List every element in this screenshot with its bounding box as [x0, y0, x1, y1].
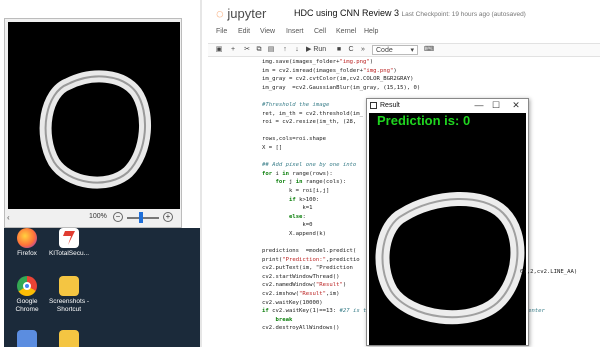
image-viewer-window[interactable]: ‹ 100% − +	[4, 18, 182, 228]
desktop-icon-label: KITotalSecu...	[48, 250, 90, 257]
window-app-icon	[370, 102, 377, 109]
result-window-title: Result	[380, 102, 400, 109]
jupyter-orb-icon: ◌	[216, 6, 224, 21]
prediction-text: Prediction is: 0	[377, 113, 471, 128]
screen: ‹ 100% − + Firefox KITotalSecu... Google…	[0, 0, 600, 347]
jupyter-header: ◌ jupyter HDC using CNN Review 3 Last Ch…	[210, 6, 600, 22]
checkpoint-status: Last Checkpoint: 19 hours ago (autosaved…	[401, 11, 526, 18]
desktop-icon-chrome[interactable]: Google Chrome	[6, 276, 48, 314]
zoom-level: 100%	[89, 213, 107, 220]
code-line: im_gray = cv2.cvtColor(im,cv2.COLOR_BGR2…	[262, 76, 414, 83]
restart-icon[interactable]: C	[346, 45, 356, 55]
result-window[interactable]: Result — ☐ ✕ Prediction is: 0	[366, 98, 529, 346]
desktop: Firefox KITotalSecu... Google Chrome Scr…	[4, 228, 200, 347]
desktop-icon-label: Google Chrome	[15, 298, 39, 313]
menu-kernel[interactable]: Kernel	[336, 28, 356, 35]
menu-cell[interactable]: Cell	[314, 28, 326, 35]
window-divider	[200, 0, 202, 347]
viewer-statusbar: ‹ 100% − +	[5, 209, 181, 227]
close-button[interactable]: ✕	[509, 100, 523, 111]
arrow-down-icon[interactable]: ↓	[292, 45, 302, 55]
notebook-title-area[interactable]: HDC using CNN Review 3 Last Checkpoint: …	[294, 8, 526, 18]
chevron-down-icon: ▾	[410, 47, 414, 54]
zoom-in-icon[interactable]: +	[163, 212, 173, 222]
scroll-left-arrow-icon[interactable]: ‹	[7, 213, 10, 222]
menu-edit[interactable]: Edit	[238, 28, 250, 35]
zoom-out-icon[interactable]: −	[113, 212, 123, 222]
menu-file[interactable]: File	[216, 28, 227, 35]
menu-view[interactable]: View	[260, 28, 275, 35]
desktop-icon-label: Firefox	[17, 250, 37, 257]
stop-icon[interactable]: ■	[334, 45, 344, 55]
menu-insert[interactable]: Insert	[286, 28, 304, 35]
save-icon[interactable]: ▣	[214, 45, 224, 55]
code-line: im_gray =cv2.GaussianBlur(im_gray, (15,1…	[262, 84, 421, 91]
arrow-up-icon[interactable]: ↑	[280, 45, 290, 55]
code-line: img.save(images_folder+"img.png")	[262, 59, 374, 65]
run-button[interactable]: ▶ Run	[306, 45, 326, 55]
desktop-icon-partial-1[interactable]	[6, 330, 48, 347]
desktop-icon-screenshots[interactable]: Screenshots - Shortcut	[48, 276, 90, 314]
code-overflow-text: 0),2,cv2.LINE_AA)	[520, 269, 578, 275]
result-canvas	[369, 113, 526, 345]
notebook-title[interactable]: HDC using CNN Review 3	[294, 8, 399, 18]
zoom-slider-track[interactable]	[127, 217, 159, 219]
maximize-button[interactable]: ☐	[489, 100, 503, 111]
plus-icon[interactable]: +	[228, 45, 238, 55]
copy-icon[interactable]: ⧉	[254, 45, 264, 55]
code-line: im = cv2.imread(images_folder+"img.png")	[262, 67, 397, 74]
folder-shortcut-icon	[59, 276, 79, 296]
menubar: File Edit View Insert Cell Kernel Help	[216, 28, 600, 40]
result-titlebar[interactable]: Result — ☐ ✕	[367, 99, 528, 113]
result-digit-image	[375, 191, 525, 325]
desktop-icon-label: Screenshots - Shortcut	[48, 298, 90, 313]
cut-icon[interactable]: ✂	[242, 45, 252, 55]
desktop-icon-partial-2[interactable]	[48, 330, 90, 347]
ki-total-security-icon	[59, 228, 79, 248]
paste-icon[interactable]: ▤	[266, 45, 276, 55]
keyboard-icon[interactable]: ⌨	[424, 45, 434, 55]
app-icon	[17, 330, 37, 347]
menu-help[interactable]: Help	[364, 28, 378, 35]
chrome-icon	[17, 276, 37, 296]
zoom-slider-thumb[interactable]	[139, 212, 143, 223]
drawn-digit-canvas	[8, 22, 180, 209]
jupyter-logo[interactable]: ◌ jupyter	[216, 6, 266, 21]
minimize-button[interactable]: —	[472, 100, 486, 111]
notebook-toolbar: ▣ + ✂ ⧉ ▤ ↑ ↓ ▶ Run ■ C » Code ▾ ⌨	[208, 43, 600, 57]
firefox-icon	[17, 228, 37, 248]
cell-type-select[interactable]: Code ▾	[372, 45, 418, 55]
document-icon	[59, 330, 79, 347]
drawn-zero-digit	[39, 70, 151, 189]
desktop-icon-kitotalsecurity[interactable]: KITotalSecu...	[48, 228, 90, 258]
fast-forward-icon[interactable]: »	[358, 45, 368, 55]
desktop-icon-firefox[interactable]: Firefox	[6, 228, 48, 258]
